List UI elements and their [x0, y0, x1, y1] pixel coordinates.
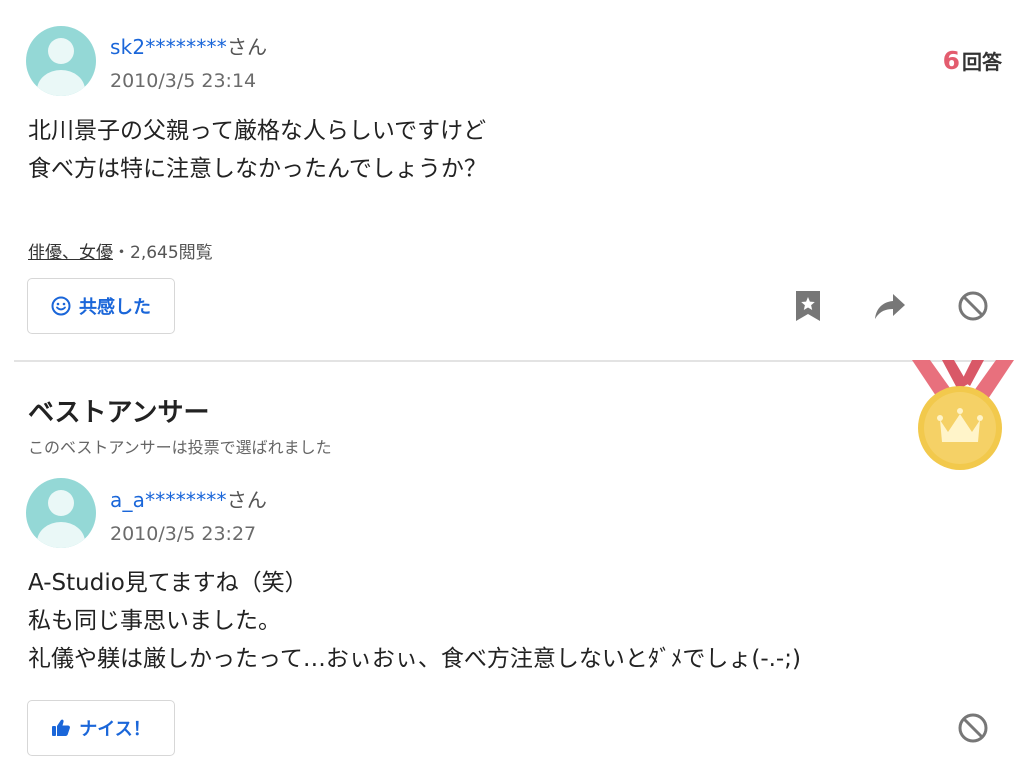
nice-button-label: ナイス！ [79, 719, 151, 740]
share-arrow-icon [875, 294, 905, 319]
empathy-button-label: 共感した [79, 297, 151, 318]
block-icon [958, 291, 988, 321]
question-body: 北川景子の父親って厳格な人らしいですけど 食べ方は特に注意しなかったんでしょうか… [28, 112, 487, 188]
bookmark-button[interactable] [790, 288, 826, 324]
block-icon [958, 713, 988, 743]
answer-timestamp: 2010/3/5 23:27 [110, 523, 257, 545]
best-answer-subtitle: このベストアンサーは投票で選ばれました [28, 438, 332, 457]
question-line: 食べ方は特に注意しなかったんでしょうか？ [28, 156, 487, 182]
nice-button[interactable]: ナイス！ [27, 700, 175, 756]
question-line: 北川景子の父親って厳格な人らしいですけど [28, 118, 487, 144]
answer-line: 私も同じ事思いました。 [28, 608, 281, 634]
answer-count-number: 6 [942, 46, 960, 75]
share-button[interactable] [872, 288, 908, 324]
answer-count[interactable]: 6 回答 [943, 46, 1002, 75]
section-divider [14, 360, 1010, 362]
empathy-button[interactable]: 共感した [27, 278, 175, 334]
question-timestamp: 2010/3/5 23:14 [110, 70, 257, 92]
answer-line: 礼儀や躾は厳しかったって…おぃおぃ、食べ方注意しないとﾀﾞﾒでしょ(-.-;) [28, 646, 801, 672]
answerer-name-text[interactable]: a_a******** [110, 488, 227, 512]
thumbs-up-icon [52, 719, 71, 736]
best-answer-title: ベストアンサー [28, 398, 210, 428]
answer-body: A-Studio見てますね（笑） 私も同じ事思いました。 礼儀や躾は厳しかったっ… [28, 564, 801, 678]
question-meta: 俳優、女優・2,645閲覧 [28, 238, 213, 263]
answer-count-label: 回答 [962, 50, 1002, 74]
questioner-avatar[interactable] [26, 26, 96, 96]
questioner-name-text[interactable]: sk2******** [110, 35, 227, 59]
answerer-avatar[interactable] [26, 478, 96, 548]
answer-line: A-Studio見てますね（笑） [28, 570, 308, 596]
answerer-name[interactable]: a_a********さん [110, 484, 267, 513]
answerer-honorific: さん [226, 488, 268, 512]
crown-medal-icon [912, 360, 1014, 470]
view-count: ・2,645閲覧 [113, 243, 213, 263]
bookmark-star-icon [796, 291, 820, 321]
questioner-name[interactable]: sk2********さん [110, 31, 267, 60]
questioner-honorific: さん [226, 35, 268, 59]
smile-icon [51, 296, 71, 316]
category-link[interactable]: 俳優、女優 [28, 243, 113, 263]
answer-block-button[interactable] [955, 710, 991, 746]
block-button[interactable] [955, 288, 991, 324]
